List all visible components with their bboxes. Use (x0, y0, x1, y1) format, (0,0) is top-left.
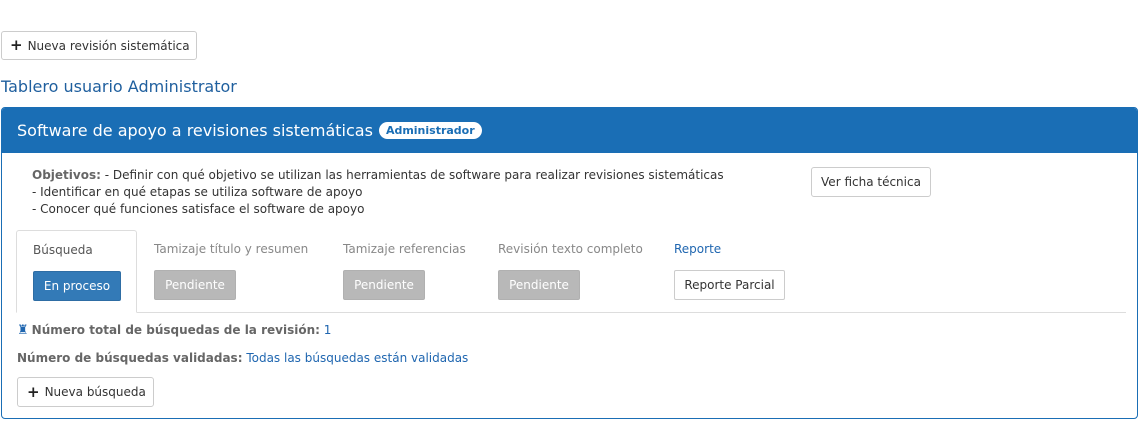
tab-busqueda[interactable]: Búsqueda En proceso (16, 230, 137, 313)
tab-tamizaje-titulo[interactable]: Tamizaje título y resumen Pendiente (154, 230, 334, 312)
stage-status-button[interactable]: Pendiente (154, 270, 236, 300)
panel-header: Software de apoyo a revisiones sistemáti… (2, 108, 1137, 153)
dashboard-title: Tablero usuario Administrator (1, 77, 237, 96)
objective-item: - Identificar en qué etapas se utiliza s… (32, 185, 363, 199)
stage-tabs: Búsqueda En proceso Tamizaje título y re… (16, 230, 1126, 313)
role-badge: Administrador (378, 122, 482, 139)
stage-status-button[interactable]: Pendiente (498, 270, 580, 300)
tab-revision-texto[interactable]: Revisión texto completo Pendiente (498, 230, 668, 312)
stage-name: Revisión texto completo (498, 242, 643, 256)
tab-reporte[interactable]: Reporte Reporte Parcial (674, 230, 814, 312)
stage-name[interactable]: Reporte (674, 242, 721, 256)
stage-name: Tamizaje referencias (343, 242, 466, 256)
validated-searches-line: Número de búsquedas validadas: Todas las… (17, 351, 468, 365)
new-review-button[interactable]: + Nueva revisión sistemática (1, 31, 197, 60)
objective-item: - Definir con qué objetivo se utilizan l… (104, 168, 724, 182)
new-search-button[interactable]: + Nueva búsqueda (17, 377, 154, 407)
new-search-label: Nueva búsqueda (44, 385, 146, 399)
new-review-label: Nueva revisión sistemática (27, 38, 190, 53)
total-searches-value: 1 (323, 323, 332, 337)
plus-icon: + (10, 36, 23, 54)
review-panel: Software de apoyo a revisiones sistemáti… (1, 107, 1138, 419)
partial-report-button[interactable]: Reporte Parcial (674, 270, 785, 300)
stage-name: Búsqueda (33, 243, 93, 257)
stage-name: Tamizaje título y resumen (154, 242, 309, 256)
tech-sheet-button[interactable]: Ver ficha técnica (811, 167, 931, 197)
objectives-label: Objetivos: (32, 168, 101, 182)
stage-status-button[interactable]: Pendiente (343, 270, 425, 300)
total-searches-label: Número total de búsquedas de la revisión… (31, 323, 320, 337)
validated-searches-value: Todas las búsquedas están validadas (246, 351, 469, 365)
tab-tamizaje-referencias[interactable]: Tamizaje referencias Pendiente (343, 230, 493, 312)
panel-title: Software de apoyo a revisiones sistemáti… (17, 121, 373, 140)
stage-status-button[interactable]: En proceso (33, 271, 121, 301)
total-searches-line: ♜ Número total de búsquedas de la revisió… (17, 323, 331, 338)
validated-searches-label: Número de búsquedas validadas: (17, 351, 243, 365)
rook-icon: ♜ (17, 323, 29, 338)
objective-item: - Conocer qué funciones satisface el sof… (32, 202, 365, 216)
objectives-block: Objetivos: - Definir con qué objetivo se… (32, 167, 724, 218)
plus-icon: + (27, 382, 40, 401)
